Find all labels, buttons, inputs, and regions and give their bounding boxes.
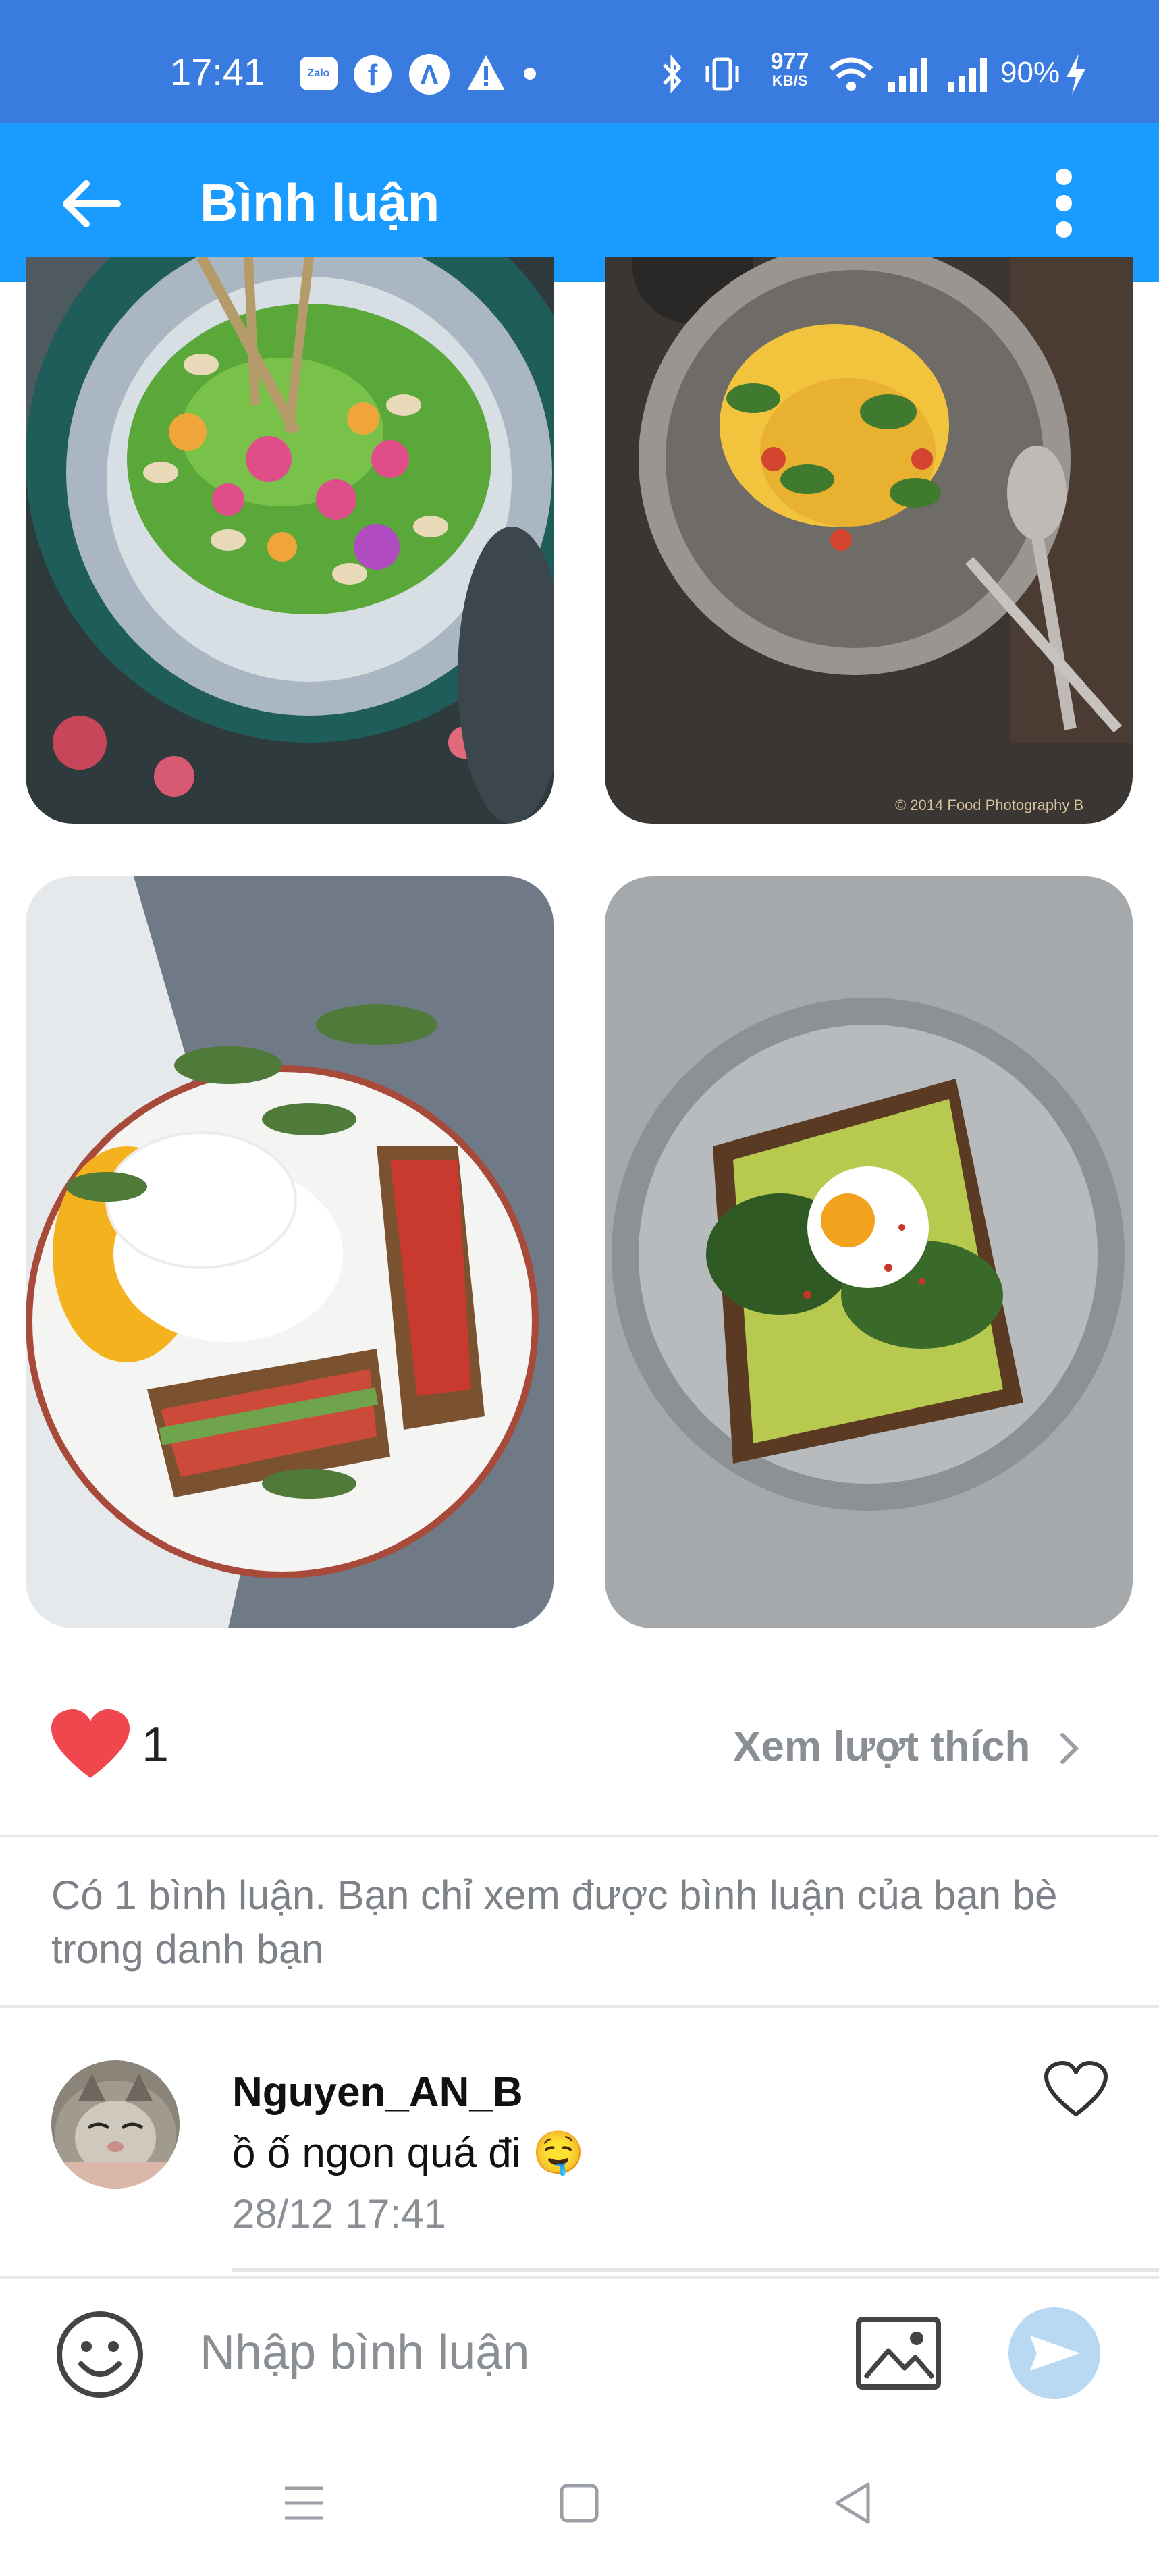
wifi-icon [829,57,873,91]
zalo-icon: Zalo [300,57,338,90]
comments-notice: Có 1 bình luận. Bạn chỉ xem được bình lu… [51,1873,1058,1972]
photo-watermark: © 2014 Food Photography B [895,797,1083,813]
signal-icon [888,58,927,92]
page-title: Bình luận [200,173,440,232]
emoji-icon[interactable] [54,2309,146,2400]
navigation-app-icon: Λ [409,54,450,95]
likes-count: 1 [142,1718,169,1772]
arrow-left-icon[interactable] [57,177,124,231]
status-time: 17:41 [170,51,265,93]
input-top-border [0,2276,1159,2279]
home-square-icon[interactable] [559,2483,599,2523]
send-button[interactable] [1007,2306,1102,2400]
image-icon[interactable] [855,2315,942,2391]
warning-icon [467,55,505,90]
avatar[interactable] [51,2060,180,2189]
divider [0,1835,1159,1837]
comment-text: ồ ố ngon quá đi 🤤 [232,2130,585,2176]
view-likes-link[interactable]: Xem lượt thích [733,1720,1030,1774]
signal-icon [948,58,987,92]
status-bar: 17:41 Zalo f Λ 977 KB/S 90% [0,0,1159,123]
more-vertical-icon[interactable] [1045,166,1083,240]
network-speed: 977 KB/S [763,50,817,89]
vibrate-icon [705,57,739,91]
chevron-right-icon[interactable] [1056,1728,1083,1769]
photo-pasta-plate[interactable]: © 2014 Food Photography B [605,257,1133,824]
menu-icon[interactable] [282,2484,325,2522]
back-triangle-icon[interactable] [832,2480,872,2526]
photo-hummus-bowl[interactable] [26,257,554,824]
comment-username[interactable]: Nguyen_AN_B [232,2066,523,2120]
heart-outline-icon[interactable] [1044,2060,1108,2118]
bluetooth-icon [663,55,682,94]
speed-unit: KB/S [772,72,808,89]
photo-avocado-egg-toast[interactable] [605,876,1133,1628]
battery-percent: 90% [1000,56,1060,89]
photo-egg-toast-plate[interactable] [26,876,554,1628]
facebook-icon: f [354,55,392,93]
heart-filled-icon[interactable] [50,1708,131,1782]
charging-icon [1067,54,1085,95]
comment-input-bar [0,2276,1159,2436]
speed-value: 977 [770,49,809,74]
comment-input[interactable]: Nhập bình luận [200,2322,529,2383]
comment-date: 28/12 17:41 [232,2191,446,2236]
comment-divider [232,2268,1159,2272]
dot-icon [524,68,536,80]
